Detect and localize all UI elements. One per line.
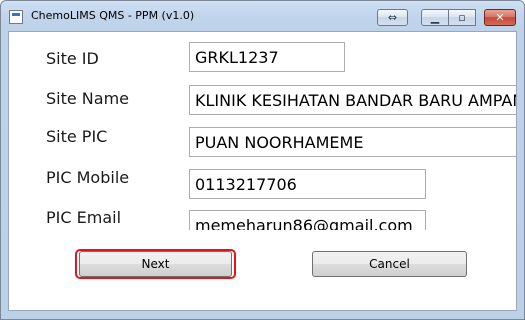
site-name-field[interactable]: KLINIK KESIHATAN BANDAR BARU AMPANG bbox=[189, 85, 516, 115]
title-bar[interactable]: ChemoLIMS QMS - PPM (v1.0) ⇔ ▁ ▫ ✕ bbox=[1, 1, 524, 31]
site-id-field[interactable]: GRKL1237 bbox=[189, 42, 345, 72]
application-window: ChemoLIMS QMS - PPM (v1.0) ⇔ ▁ ▫ ✕ Site … bbox=[0, 0, 525, 320]
minimize-button[interactable]: ▁ bbox=[421, 9, 449, 26]
close-button[interactable]: ✕ bbox=[484, 9, 516, 26]
minimize-icon: ▁ bbox=[430, 11, 440, 24]
pic-email-label: PIC Email bbox=[46, 208, 122, 227]
resize-icon: ⇔ bbox=[387, 11, 398, 24]
window-title: ChemoLIMS QMS - PPM (v1.0) bbox=[31, 9, 195, 22]
site-name-label: Site Name bbox=[46, 89, 130, 108]
site-pic-field[interactable]: PUAN NOORHAMEME bbox=[189, 127, 516, 157]
resize-button[interactable]: ⇔ bbox=[377, 9, 408, 26]
close-icon: ✕ bbox=[495, 11, 505, 24]
app-icon bbox=[9, 10, 23, 24]
maximize-icon: ▫ bbox=[458, 11, 466, 24]
cancel-button[interactable]: Cancel bbox=[312, 251, 467, 277]
pic-mobile-field[interactable]: 0113217706 bbox=[189, 169, 426, 199]
form-panel: Site ID GRKL1237 Site Name KLINIK KESIHA… bbox=[8, 31, 517, 311]
site-pic-label: Site PIC bbox=[46, 127, 108, 146]
next-button[interactable]: Next bbox=[79, 251, 232, 277]
pic-email-field[interactable]: memeharun86@gmail.com bbox=[189, 210, 426, 230]
maximize-button[interactable]: ▫ bbox=[449, 9, 476, 26]
site-id-label: Site ID bbox=[46, 49, 99, 68]
pic-mobile-label: PIC Mobile bbox=[46, 168, 130, 187]
